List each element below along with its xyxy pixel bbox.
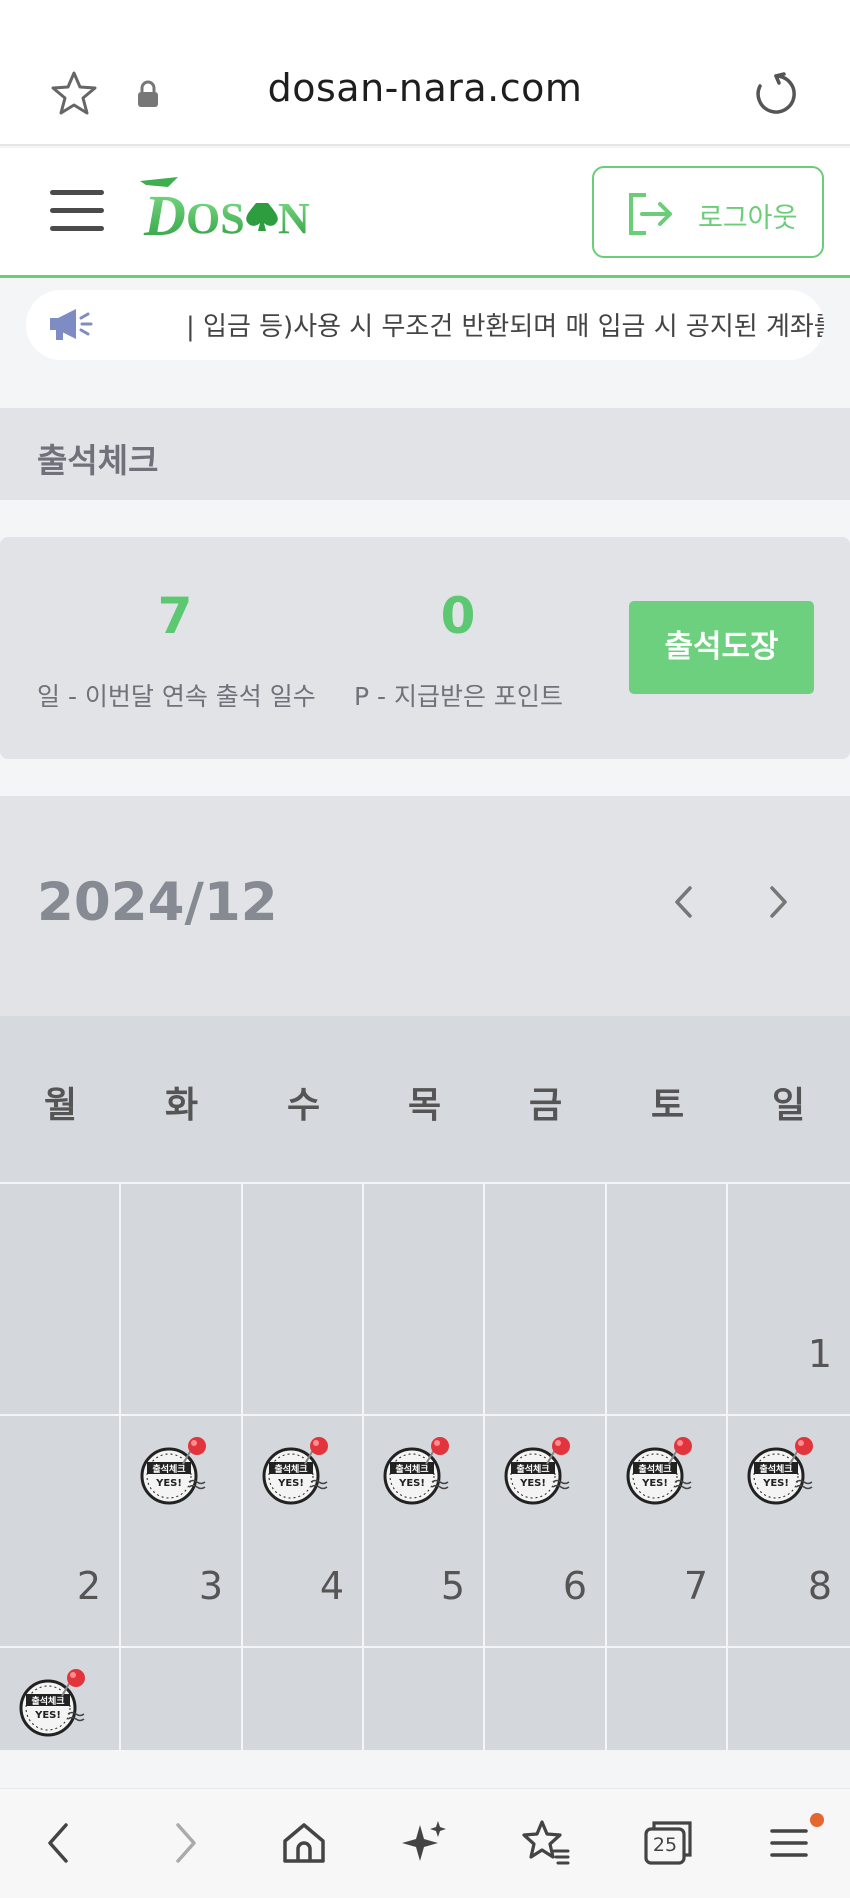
svg-text:YES!: YES!	[277, 1478, 304, 1489]
attendance-stamp-icon: 출석체크 YES!	[262, 1437, 328, 1505]
calendar-cell[interactable]: 7 출석체크 YES!	[607, 1414, 728, 1646]
points-label: P - 지급받은 포인트	[354, 682, 563, 711]
svg-text:출석체크: 출석체크	[638, 1463, 671, 1475]
svg-text:출석체크: 출석체크	[152, 1463, 185, 1475]
day-number: 4	[319, 1564, 344, 1608]
weekday-wed: 수	[286, 1085, 321, 1126]
attendance-stamp-icon: 출석체크 YES!	[747, 1437, 813, 1505]
calendar-cell[interactable]	[485, 1646, 607, 1750]
menu-overflow-icon[interactable]	[764, 1813, 824, 1869]
attendance-stamp-icon: 출석체크 YES!	[626, 1437, 692, 1505]
weekday-tue: 화	[164, 1085, 199, 1126]
day-number: 7	[683, 1564, 708, 1608]
weekday-sun: 일	[771, 1085, 806, 1126]
attendance-stamp-button[interactable]: 출석도장	[629, 601, 814, 694]
chevron-left-icon[interactable]	[670, 884, 698, 920]
svg-text:출석체크: 출석체크	[516, 1463, 549, 1475]
svg-text:OS: OS	[186, 194, 245, 243]
calendar-cell[interactable]: 3 출석체크 YES!	[121, 1414, 243, 1646]
calendar-cell[interactable]: 8 출석체크 YES!	[728, 1414, 850, 1646]
weekday-mon: 월	[43, 1085, 78, 1126]
attendance-stamp-icon: 출석체크 YES!	[504, 1437, 570, 1505]
weekday-thu: 목	[407, 1085, 442, 1126]
day-number: 1	[807, 1332, 832, 1376]
calendar-cell[interactable]	[243, 1646, 364, 1750]
current-month: 2024/12	[37, 872, 278, 933]
calendar-cell[interactable]: 6 출석체크 YES!	[485, 1414, 607, 1646]
svg-text:YES!: YES!	[762, 1478, 789, 1489]
calendar-cell[interactable]: 5 출석체크 YES!	[364, 1414, 485, 1646]
day-number: 8	[807, 1564, 832, 1608]
consecutive-days-value: 7	[157, 587, 193, 645]
attendance-stamp-icon: 출석체크 YES!	[140, 1437, 206, 1505]
calendar-cell[interactable]	[364, 1646, 485, 1750]
notice-marquee: | 입금 등)사용 시 무조건 반환되며 매 입금 시 공지된 계좌를	[26, 290, 824, 360]
svg-text:출석체크: 출석체크	[395, 1463, 428, 1475]
chevron-right-icon[interactable]	[764, 884, 792, 920]
svg-text:YES!: YES!	[398, 1478, 425, 1489]
bookmarks-icon[interactable]	[520, 1817, 572, 1869]
menu-icon[interactable]	[50, 190, 106, 232]
day-number: 3	[198, 1564, 223, 1608]
notification-dot	[810, 1813, 824, 1827]
svg-text:N: N	[278, 194, 310, 243]
attendance-stamp-icon: 출석체크 YES!	[19, 1669, 85, 1737]
calendar-cell[interactable]	[121, 1182, 243, 1414]
day-number: 6	[562, 1564, 587, 1608]
svg-text:YES!: YES!	[519, 1478, 546, 1489]
svg-text:YES!: YES!	[34, 1710, 61, 1721]
day-number: 2	[76, 1564, 101, 1608]
url-text[interactable]: dosan-nara.com	[0, 66, 850, 110]
svg-text:출석체크: 출석체크	[31, 1695, 64, 1707]
svg-text:YES!: YES!	[155, 1478, 182, 1489]
reload-icon[interactable]	[752, 70, 800, 118]
attendance-stats-card: 7 일 - 이번달 연속 출석 일수 0 P - 지급받은 포인트 출석도장	[0, 537, 850, 759]
svg-text:출석체크: 출석체크	[274, 1463, 307, 1475]
site-header: D OS N 로그아웃	[0, 148, 850, 278]
calendar-cell[interactable]	[607, 1646, 728, 1750]
weekday-sat: 토	[650, 1085, 685, 1126]
svg-text:YES!: YES!	[641, 1478, 668, 1489]
day-number: 5	[440, 1564, 465, 1608]
calendar-cell[interactable]: 2	[0, 1414, 121, 1646]
points-value: 0	[440, 587, 476, 645]
calendar-cell[interactable]: 4 출석체크 YES!	[243, 1414, 364, 1646]
megaphone-icon	[50, 309, 93, 340]
back-icon[interactable]	[34, 1817, 86, 1869]
weekday-header: 월 화 수 목 금 토 일	[0, 1016, 850, 1182]
notice-text: | 입금 등)사용 시 무조건 반환되며 매 입금 시 공지된 계좌를	[186, 312, 824, 342]
weekday-fri: 금	[528, 1085, 563, 1126]
attendance-stamp-icon: 출석체크 YES!	[383, 1437, 449, 1505]
calendar-cell[interactable]: 1	[728, 1182, 850, 1414]
calendar-cell[interactable]	[0, 1182, 121, 1414]
section-title-bar: 출석체크	[0, 408, 850, 500]
sparkle-icon[interactable]	[398, 1817, 450, 1869]
calendar-grid: 1 2 3 출석체크 YES! 4 출석체크 YES! 5 출석체크 YES! 6 출석체크 Y…	[0, 1182, 850, 1750]
logout-button[interactable]: 로그아웃	[592, 166, 824, 258]
browser-bottom-nav: 25	[0, 1788, 850, 1898]
browser-address-bar: dosan-nara.com	[0, 0, 850, 146]
calendar-cell[interactable]	[243, 1182, 364, 1414]
home-icon[interactable]	[278, 1817, 330, 1869]
forward-icon[interactable]	[158, 1817, 210, 1869]
calendar-cell[interactable]	[121, 1646, 243, 1750]
calendar-cell[interactable]	[728, 1646, 850, 1750]
dosan-logo[interactable]: D OS N	[138, 173, 328, 245]
logout-icon	[629, 193, 672, 235]
consecutive-days-label: 일 - 이번달 연속 출석 일수	[37, 682, 316, 711]
calendar-cell[interactable]	[607, 1182, 728, 1414]
month-navigator: 2024/12	[0, 796, 850, 1016]
calendar-cell[interactable]: 출석체크 YES!	[0, 1646, 121, 1750]
calendar-cell[interactable]	[485, 1182, 607, 1414]
calendar-cell[interactable]	[364, 1182, 485, 1414]
page-title: 출석체크	[37, 441, 159, 480]
tabs-icon[interactable]: 25	[642, 1817, 694, 1869]
logout-label: 로그아웃	[698, 203, 798, 234]
tab-count: 25	[652, 1834, 678, 1856]
svg-text:D: D	[143, 183, 186, 245]
svg-text:출석체크: 출석체크	[759, 1463, 792, 1475]
